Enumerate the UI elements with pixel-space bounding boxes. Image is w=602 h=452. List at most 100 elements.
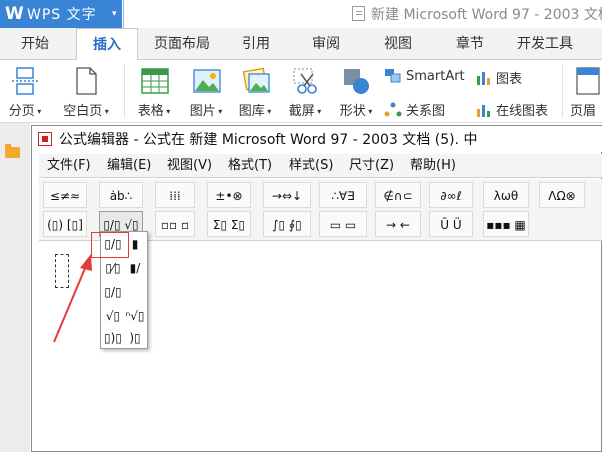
tab-review[interactable]: 审阅 <box>300 28 352 60</box>
scissors-icon <box>293 68 317 94</box>
dropdown-arrow-icon: ▾ <box>215 107 223 116</box>
operators-palette-button[interactable]: ±•⊗ <box>207 182 251 208</box>
relation-chart-icon <box>384 102 402 116</box>
chart-label: 图表 <box>496 72 523 87</box>
tab-developer[interactable]: 开发工具 <box>512 28 578 60</box>
logic-palette-button[interactable]: ∴∀∃ <box>319 182 367 208</box>
greek-lowercase-palette-button[interactable]: λωθ <box>483 182 529 208</box>
tab-references[interactable]: 引用 <box>230 28 282 60</box>
ribbon-divider <box>124 64 125 118</box>
online-chart-icon <box>477 104 490 117</box>
chart-button[interactable]: 图表 <box>476 68 522 87</box>
blank-page-icon <box>76 67 97 95</box>
tab-section[interactable]: 章节 <box>444 28 496 60</box>
misc-symbols-palette-button[interactable]: ∂∞ℓ <box>429 182 473 208</box>
screenshot-button[interactable]: 截屏 ▾ <box>282 60 328 123</box>
smartart-icon <box>385 69 401 83</box>
square-root-template[interactable]: √▯ <box>103 306 123 326</box>
relations-palette-button[interactable]: ≤≠≈ <box>43 182 87 208</box>
dropdown-arrow-icon: ▾ <box>163 107 171 116</box>
greek-uppercase-palette-button[interactable]: ΛΩ⊗ <box>539 182 585 208</box>
set-theory-palette-button[interactable]: ∉∩⊂ <box>375 182 421 208</box>
folder-icon[interactable] <box>5 144 20 158</box>
nth-root-template[interactable]: ⁿ√▯ <box>125 306 145 326</box>
matrix-templates-button[interactable]: ▪▪▪ ▦ <box>483 211 529 237</box>
gallery-label: 图库 <box>238 104 265 119</box>
ribbon-panel: 分页 ▾ 空白页 ▾ 表格 ▾ 图片 ▾ 图库 ▾ 截屏 ▾ 形状 ▾ Smar… <box>0 60 602 123</box>
equation-editor-menubar: 文件(F) 编辑(E) 视图(V) 格式(T) 样式(S) 尺寸(Z) 帮助(H… <box>39 154 602 178</box>
long-division-template[interactable]: ▯)▯ <box>103 328 123 348</box>
menu-format[interactable]: 格式(T) <box>228 154 272 178</box>
titlebar-divider <box>123 0 124 28</box>
labeled-arrow-templates-button[interactable]: → ← <box>375 211 421 237</box>
picture-label: 图片 <box>189 104 216 119</box>
picture-icon <box>193 69 221 93</box>
small-slash-fraction-template[interactable]: ▮/ <box>125 258 145 278</box>
embellishments-palette-button[interactable]: ⁞⁞⁞ <box>155 182 195 208</box>
table-label: 表格 <box>137 104 164 119</box>
integral-templates-button[interactable]: ∫▯ ∮▯ <box>263 211 311 237</box>
smartart-label: SmartArt <box>406 68 465 84</box>
arrows-palette-button[interactable]: →⇔↓ <box>263 182 311 208</box>
menu-help[interactable]: 帮助(H) <box>410 154 456 178</box>
relation-chart-button[interactable]: 关系图 <box>384 100 445 119</box>
blank-page-button[interactable]: 空白页 ▾ <box>56 60 116 123</box>
online-chart-button[interactable]: 在线图表 <box>476 100 548 119</box>
subscript-templates-button[interactable]: ▫▫ ▫ <box>155 211 195 237</box>
ribbon-tab-bar: 开始 插入 页面布局 引用 审阅 视图 章节 开发工具 <box>0 28 602 61</box>
ribbon-divider <box>562 64 563 118</box>
header-button[interactable]: 页眉 <box>568 60 602 123</box>
document-title-text: 新建 Microsoft Word 97 - 2003 文档 <box>371 7 602 23</box>
header-icon <box>576 67 600 95</box>
dropdown-arrow-icon: ▾ <box>102 107 109 116</box>
equation-editor-icon <box>38 132 52 146</box>
menu-view[interactable]: 视图(V) <box>167 154 212 178</box>
tab-view[interactable]: 视图 <box>372 28 424 60</box>
shapes-button[interactable]: 形状 ▾ <box>334 60 378 123</box>
blank-page-label: 空白页 <box>63 104 103 119</box>
document-title: 新建 Microsoft Word 97 - 2003 文档 <box>352 4 602 24</box>
wps-app-menu-button[interactable]: W WPS 文字 ▾ <box>0 0 122 28</box>
document-left-margin <box>0 123 30 452</box>
document-icon <box>352 6 365 21</box>
overbar-templates-button[interactable]: ▭ ▭ <box>319 211 367 237</box>
screenshot-label: 截屏 <box>288 104 315 119</box>
slash-fraction-template[interactable]: ▯⁄▯ <box>103 258 123 278</box>
shapes-icon <box>344 69 369 94</box>
chart-icon <box>477 71 490 85</box>
dropdown-arrow-icon: ▾ <box>34 107 42 116</box>
long-division-quotient-template[interactable]: )▯ <box>125 328 145 348</box>
tab-page-layout[interactable]: 页面布局 <box>150 28 214 60</box>
menu-style[interactable]: 样式(S) <box>289 154 333 178</box>
fence-templates-button[interactable]: (▯) [▯] <box>43 211 87 237</box>
wps-titlebar: W WPS 文字 ▾ 新建 Microsoft Word 97 - 2003 文… <box>0 0 602 28</box>
inline-fraction-template[interactable]: ▯/▯ <box>103 282 123 302</box>
relation-chart-label: 关系图 <box>406 104 446 119</box>
tab-insert[interactable]: 插入 <box>76 28 138 61</box>
table-button[interactable]: 表格 ▾ <box>132 60 176 123</box>
page-break-button[interactable]: 分页 ▾ <box>4 60 46 123</box>
products-templates-button[interactable]: Ū Ü <box>429 211 473 237</box>
wps-logo-icon: W <box>5 4 24 24</box>
picture-button[interactable]: 图片 ▾ <box>184 60 228 123</box>
dropdown-arrow-icon: ▾ <box>264 107 272 116</box>
tab-home[interactable]: 开始 <box>10 28 60 60</box>
header-label: 页眉 <box>570 104 597 119</box>
spaces-ellipses-palette-button[interactable]: ȧb∴ <box>99 182 143 208</box>
chevron-down-icon: ▾ <box>112 9 117 19</box>
app-name: WPS 文字 <box>27 7 97 23</box>
smartart-button[interactable]: SmartArt <box>384 68 465 84</box>
equation-input-slot[interactable] <box>55 254 69 288</box>
menu-file[interactable]: 文件(F) <box>47 154 91 178</box>
gallery-button[interactable]: 图库 ▾ <box>232 60 278 123</box>
equation-editor-titlebar[interactable]: 公式编辑器 - 公式在 新建 Microsoft Word 97 - 2003 … <box>32 126 602 152</box>
menu-edit[interactable]: 编辑(E) <box>107 154 151 178</box>
page-break-icon <box>12 67 38 95</box>
summation-templates-button[interactable]: Σ▯ Σ▯ <box>207 211 251 237</box>
table-icon <box>141 68 169 94</box>
gallery-icon <box>242 67 270 93</box>
menu-size[interactable]: 尺寸(Z) <box>349 154 394 178</box>
online-chart-label: 在线图表 <box>496 104 549 119</box>
equation-editor-title: 公式编辑器 - 公式在 新建 Microsoft Word 97 - 2003 … <box>59 132 478 148</box>
annotation-highlight-box <box>91 232 129 258</box>
